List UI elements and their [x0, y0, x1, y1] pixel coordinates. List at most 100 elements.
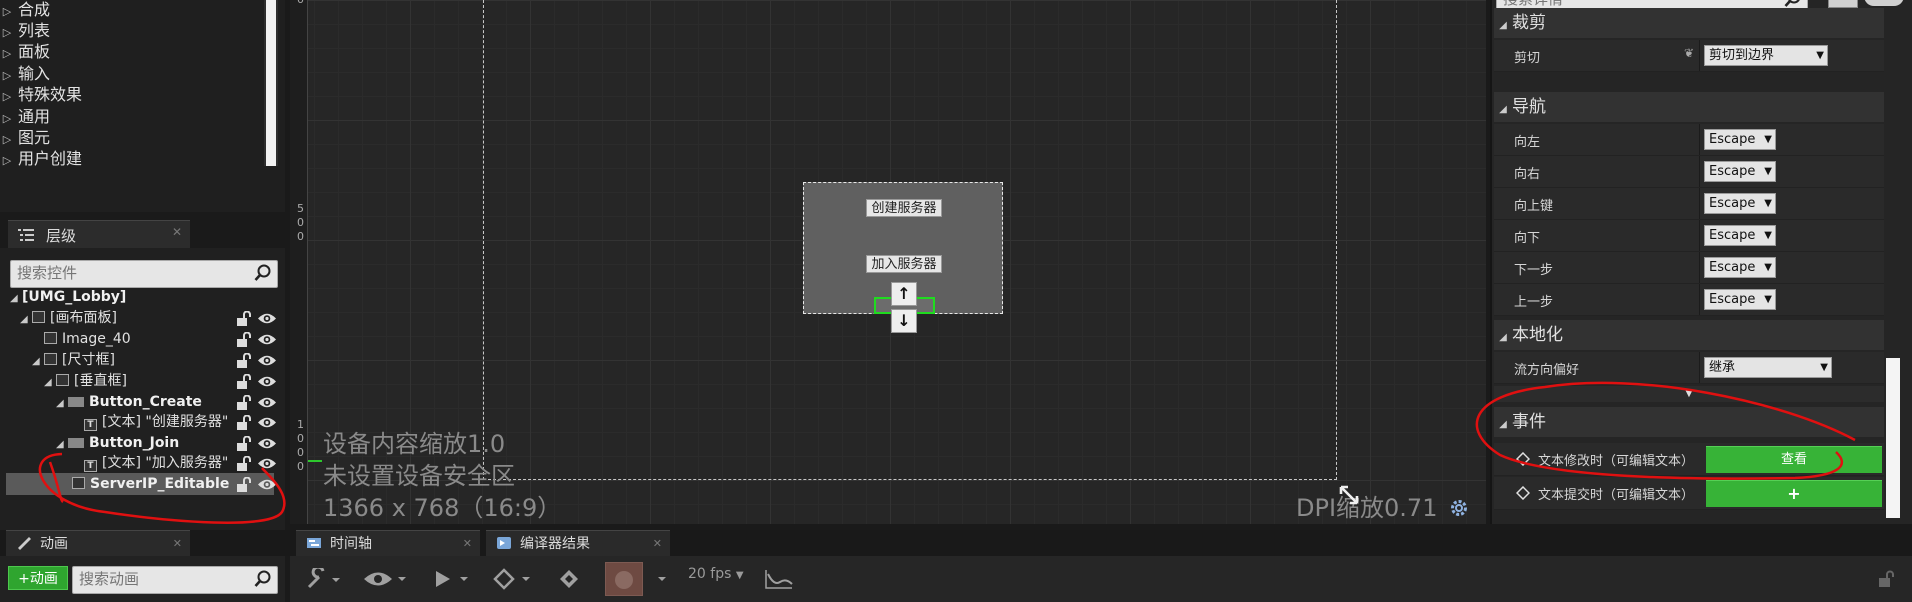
chevron-down-icon[interactable]: [656, 573, 668, 585]
details-scrollbar-thumb[interactable]: [1886, 358, 1900, 518]
record-button[interactable]: [605, 562, 643, 596]
key-tool-icon[interactable]: [556, 568, 582, 590]
advanced-expand[interactable]: ▼: [1494, 386, 1884, 402]
ruler-mark: 0: [297, 216, 304, 229]
visibility-eye-icon[interactable]: [257, 477, 277, 492]
resize-handle-icon[interactable]: [1338, 484, 1360, 506]
unlock-icon[interactable]: [236, 332, 252, 347]
create-server-button-preview[interactable]: 创建服务器: [866, 199, 942, 217]
visibility-eye-icon[interactable]: [257, 332, 277, 347]
move-down-button[interactable]: ↓: [891, 309, 917, 333]
dropdown-arrow-icon: ▼: [1764, 230, 1772, 241]
visibility-eye-icon[interactable]: [257, 436, 277, 451]
view-options-button[interactable]: [1828, 0, 1858, 8]
clipping-dropdown[interactable]: 剪切到边界 ▼: [1704, 45, 1828, 66]
tree-row[interactable]: Image_40: [32, 329, 131, 350]
nav-next-dropdown[interactable]: Escape ▼: [1704, 257, 1776, 278]
palette-category-user-created[interactable]: ▷ 用户创建: [0, 147, 82, 171]
visibility-eye-icon[interactable]: [257, 311, 277, 326]
image-icon: [44, 332, 57, 344]
nav-right-dropdown[interactable]: Escape ▼: [1704, 161, 1776, 182]
property-label: 向左: [1514, 135, 1541, 150]
flow-direction-dropdown[interactable]: 继承 ▼: [1704, 357, 1832, 378]
bind-icon[interactable]: ❦: [1684, 46, 1694, 60]
palette-category-label: 输入: [18, 64, 51, 83]
tree-row[interactable]: ◢ Button_Create: [56, 392, 202, 413]
tree-row[interactable]: ◢ [画布面板]: [20, 308, 117, 329]
collapse-arrow-icon: ◢: [1499, 332, 1507, 343]
view-event-button[interactable]: 查看: [1706, 446, 1882, 473]
tree-row[interactable]: T [文本] "加入服务器": [72, 453, 228, 474]
nav-down-dropdown[interactable]: Escape ▼: [1704, 225, 1776, 246]
category-label: 本地化: [1512, 325, 1563, 345]
add-animation-button[interactable]: +动画: [8, 566, 68, 590]
collapse-arrow-icon: ◢: [1499, 104, 1507, 115]
close-icon[interactable]: ✕: [172, 225, 182, 239]
hierarchy-search[interactable]: [10, 260, 278, 288]
unlock-icon[interactable]: [236, 353, 252, 368]
add-event-button[interactable]: +: [1706, 480, 1882, 507]
category-navigation[interactable]: ◢ 导航: [1494, 92, 1884, 122]
property-row-nav-down: 向下 Escape ▼: [1494, 220, 1884, 252]
palette-scrollbar-thumb[interactable]: [266, 0, 276, 166]
hierarchy-icon: [18, 229, 34, 241]
nav-up-dropdown[interactable]: Escape ▼: [1704, 193, 1776, 214]
gear-icon[interactable]: [1448, 497, 1470, 519]
tree-row[interactable]: ◢ [垂直框]: [44, 371, 127, 392]
close-icon[interactable]: ✕: [653, 531, 662, 557]
category-localization[interactable]: ◢ 本地化: [1494, 320, 1884, 350]
tree-row[interactable]: ◢ [尺寸框]: [32, 350, 115, 371]
unlock-icon[interactable]: [236, 395, 252, 410]
tab-hierarchy[interactable]: 层级 ✕: [8, 220, 190, 248]
tree-row[interactable]: T [文本] "创建服务器": [72, 412, 228, 433]
palette-category-special-effects[interactable]: ▷ 特殊效果: [0, 83, 82, 107]
visibility-eye-icon[interactable]: [257, 374, 277, 389]
view-eye-icon[interactable]: [362, 568, 408, 590]
close-icon[interactable]: ✕: [463, 531, 472, 557]
event-label: 文本提交时（可编辑文本）: [1538, 488, 1695, 503]
nav-previous-dropdown[interactable]: Escape ▼: [1704, 289, 1776, 310]
unlock-icon[interactable]: [236, 456, 252, 471]
property-row-nav-up: 向上键 Escape ▼: [1494, 188, 1884, 220]
tab-timeline[interactable]: 时间轴 ✕: [296, 530, 480, 557]
category-label: 导航: [1512, 97, 1546, 117]
tab-animations[interactable]: 动画 ✕: [6, 530, 190, 557]
ruler-mark: 0: [297, 432, 304, 445]
category-events[interactable]: ◢ 事件: [1494, 407, 1884, 437]
settings-button[interactable]: [1864, 0, 1904, 6]
details-search-input[interactable]: [1503, 0, 1751, 8]
nav-left-dropdown[interactable]: Escape ▼: [1704, 129, 1776, 150]
tab-label: 编译器结果: [520, 536, 590, 552]
lock-icon[interactable]: [1878, 570, 1894, 588]
palette-category-panel[interactable]: ▷ 面板: [0, 40, 50, 64]
unlock-icon[interactable]: [236, 477, 252, 492]
category-label: 事件: [1512, 412, 1546, 432]
animation-search-input[interactable]: [79, 570, 243, 588]
tree-root[interactable]: ◢ [UMG_Lobby]: [10, 287, 126, 308]
property-row-flow-direction: 流方向偏好 继承 ▼: [1494, 352, 1884, 384]
framerate-dropdown[interactable]: 20 fps ▼: [688, 566, 744, 582]
move-up-button[interactable]: ↑: [891, 282, 917, 306]
tab-compiler-results[interactable]: 编译器结果 ✕: [486, 530, 670, 557]
animation-search[interactable]: [72, 566, 278, 594]
tree-label: Image_40: [62, 331, 131, 347]
join-server-button-preview[interactable]: 加入服务器: [866, 255, 942, 273]
curve-editor-icon[interactable]: [764, 568, 794, 590]
visibility-eye-icon[interactable]: [257, 353, 277, 368]
visibility-eye-icon[interactable]: [257, 456, 277, 471]
tree-row[interactable]: ◢ Button_Join: [56, 433, 179, 454]
hierarchy-search-input[interactable]: [17, 264, 230, 282]
tree-row-serverip[interactable]: ServerIP_Editable`: [72, 474, 230, 495]
keyframe-icon[interactable]: [492, 568, 536, 590]
play-icon[interactable]: [432, 568, 472, 590]
button-icon: [68, 397, 84, 407]
close-icon[interactable]: ✕: [173, 531, 182, 557]
wrench-icon[interactable]: [306, 568, 340, 590]
unlock-icon[interactable]: [236, 374, 252, 389]
unlock-icon[interactable]: [236, 436, 252, 451]
visibility-eye-icon[interactable]: [257, 395, 277, 410]
visibility-eye-icon[interactable]: [257, 415, 277, 430]
unlock-icon[interactable]: [236, 415, 252, 430]
unlock-icon[interactable]: [236, 311, 252, 326]
category-clipping[interactable]: ◢ 裁剪: [1494, 8, 1884, 38]
